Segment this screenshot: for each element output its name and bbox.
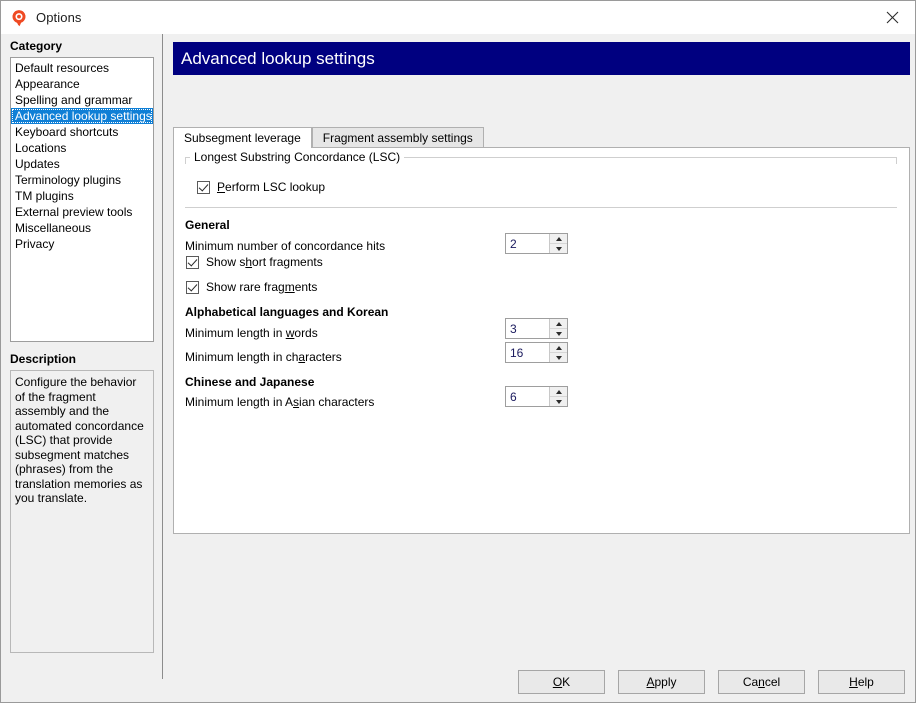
min-length-characters-label: Minimum length in characters [185,350,342,364]
category-sidebar: Category Default resources Appearance Sp… [2,34,163,679]
stepper-up-icon[interactable] [550,343,567,353]
stepper-down-icon[interactable] [550,353,567,362]
stepper-down-icon[interactable] [550,329,567,338]
stepper-buttons [549,387,567,406]
category-list[interactable]: Default resources Appearance Spelling an… [10,57,154,342]
mnemonic-letter: n [758,675,765,689]
sidebar-item-keyboard-shortcuts[interactable]: Keyboard shortcuts [11,124,153,140]
sidebar-item-external-preview-tools[interactable]: External preview tools [11,204,153,220]
min-length-asian-characters-stepper[interactable]: 6 [505,386,568,407]
show-rare-fragments-label: Show rare fragments [206,280,317,294]
help-button[interactable]: Help [818,670,905,694]
main-panel: Advanced lookup settings Subsegment leve… [164,34,914,702]
sidebar-item-spelling-and-grammar[interactable]: Spelling and grammar [11,92,153,108]
close-icon[interactable] [870,1,915,33]
window-title: Options [36,10,82,25]
perform-lsc-lookup-checkbox[interactable]: Perform LSC lookup [197,180,325,194]
sidebar-item-tm-plugins[interactable]: TM plugins [11,188,153,204]
sidebar-item-terminology-plugins[interactable]: Terminology plugins [11,172,153,188]
stepper-up-icon[interactable] [550,234,567,244]
title-bar: Options [1,1,915,34]
mnemonic-letter: O [553,675,562,689]
mnemonic-letter: m [285,280,295,294]
checkbox-box [186,281,199,294]
show-short-fragments-checkbox[interactable]: Show short fragments [186,255,323,269]
options-dialog: Options Category Default resources Appea… [0,0,916,703]
ok-button[interactable]: OK [518,670,605,694]
sidebar-item-advanced-lookup-settings[interactable]: Advanced lookup settings [11,108,153,124]
sidebar-item-miscellaneous[interactable]: Miscellaneous [11,220,153,236]
stepper-down-icon[interactable] [550,244,567,253]
tab-strip: Subsegment leverage Fragment assembly se… [173,127,910,148]
stepper-buttons [549,234,567,253]
sidebar-item-privacy[interactable]: Privacy [11,236,153,252]
description-box: Configure the behavior of the fragment a… [10,370,154,653]
min-length-words-stepper[interactable]: 3 [505,318,568,339]
min-concordance-hits-label: Minimum number of concordance hits [185,239,385,253]
sidebar-item-default-resources[interactable]: Default resources [11,60,153,76]
cjk-section-title: Chinese and Japanese [185,375,314,389]
min-concordance-hits-stepper[interactable]: 2 [505,233,568,254]
min-length-asian-characters-label: Minimum length in Asian characters [185,395,374,409]
stepper-value[interactable]: 3 [506,319,549,338]
dialog-button-bar: OK Apply Cancel Help [518,670,905,694]
stepper-buttons [549,343,567,362]
mnemonic-letter: A [646,675,654,689]
perform-lsc-lookup-label: Perform LSC lookup [217,180,325,194]
sidebar-item-appearance[interactable]: Appearance [11,76,153,92]
show-rare-fragments-checkbox[interactable]: Show rare fragments [186,280,317,294]
sidebar-item-updates[interactable]: Updates [11,156,153,172]
checkbox-box [197,181,210,194]
stepper-value[interactable]: 16 [506,343,549,362]
category-heading: Category [2,34,162,57]
stepper-value[interactable]: 6 [506,387,549,406]
alphabetical-section-title: Alphabetical languages and Korean [185,305,388,319]
stepper-value[interactable]: 2 [506,234,549,253]
show-short-fragments-label: Show short fragments [206,255,323,269]
mnemonic-letter: H [849,675,858,689]
apply-button[interactable]: Apply [618,670,705,694]
lsc-group-title: Longest Substring Concordance (LSC) [190,150,404,164]
dialog-body: Category Default resources Appearance Sp… [1,34,915,702]
stepper-down-icon[interactable] [550,397,567,406]
cancel-button[interactable]: Cancel [718,670,805,694]
tab-fragment-assembly-settings[interactable]: Fragment assembly settings [312,127,484,148]
stepper-up-icon[interactable] [550,387,567,397]
min-length-characters-stepper[interactable]: 16 [505,342,568,363]
tab-content-panel: Longest Substring Concordance (LSC) Perf… [173,147,910,534]
stepper-buttons [549,319,567,338]
stepper-up-icon[interactable] [550,319,567,329]
sidebar-item-locations[interactable]: Locations [11,140,153,156]
tab-subsegment-leverage[interactable]: Subsegment leverage [173,127,312,148]
min-length-words-label: Minimum length in words [185,326,318,340]
omegat-logo-icon [10,9,28,27]
page-title: Advanced lookup settings [173,42,910,75]
description-heading: Description [2,342,162,370]
general-section-title: General [185,218,230,232]
mnemonic-letter: P [217,180,225,194]
lsc-group-box: Longest Substring Concordance (LSC) Perf… [185,157,897,208]
checkbox-box [186,256,199,269]
description-text: Configure the behavior of the fragment a… [15,375,149,506]
